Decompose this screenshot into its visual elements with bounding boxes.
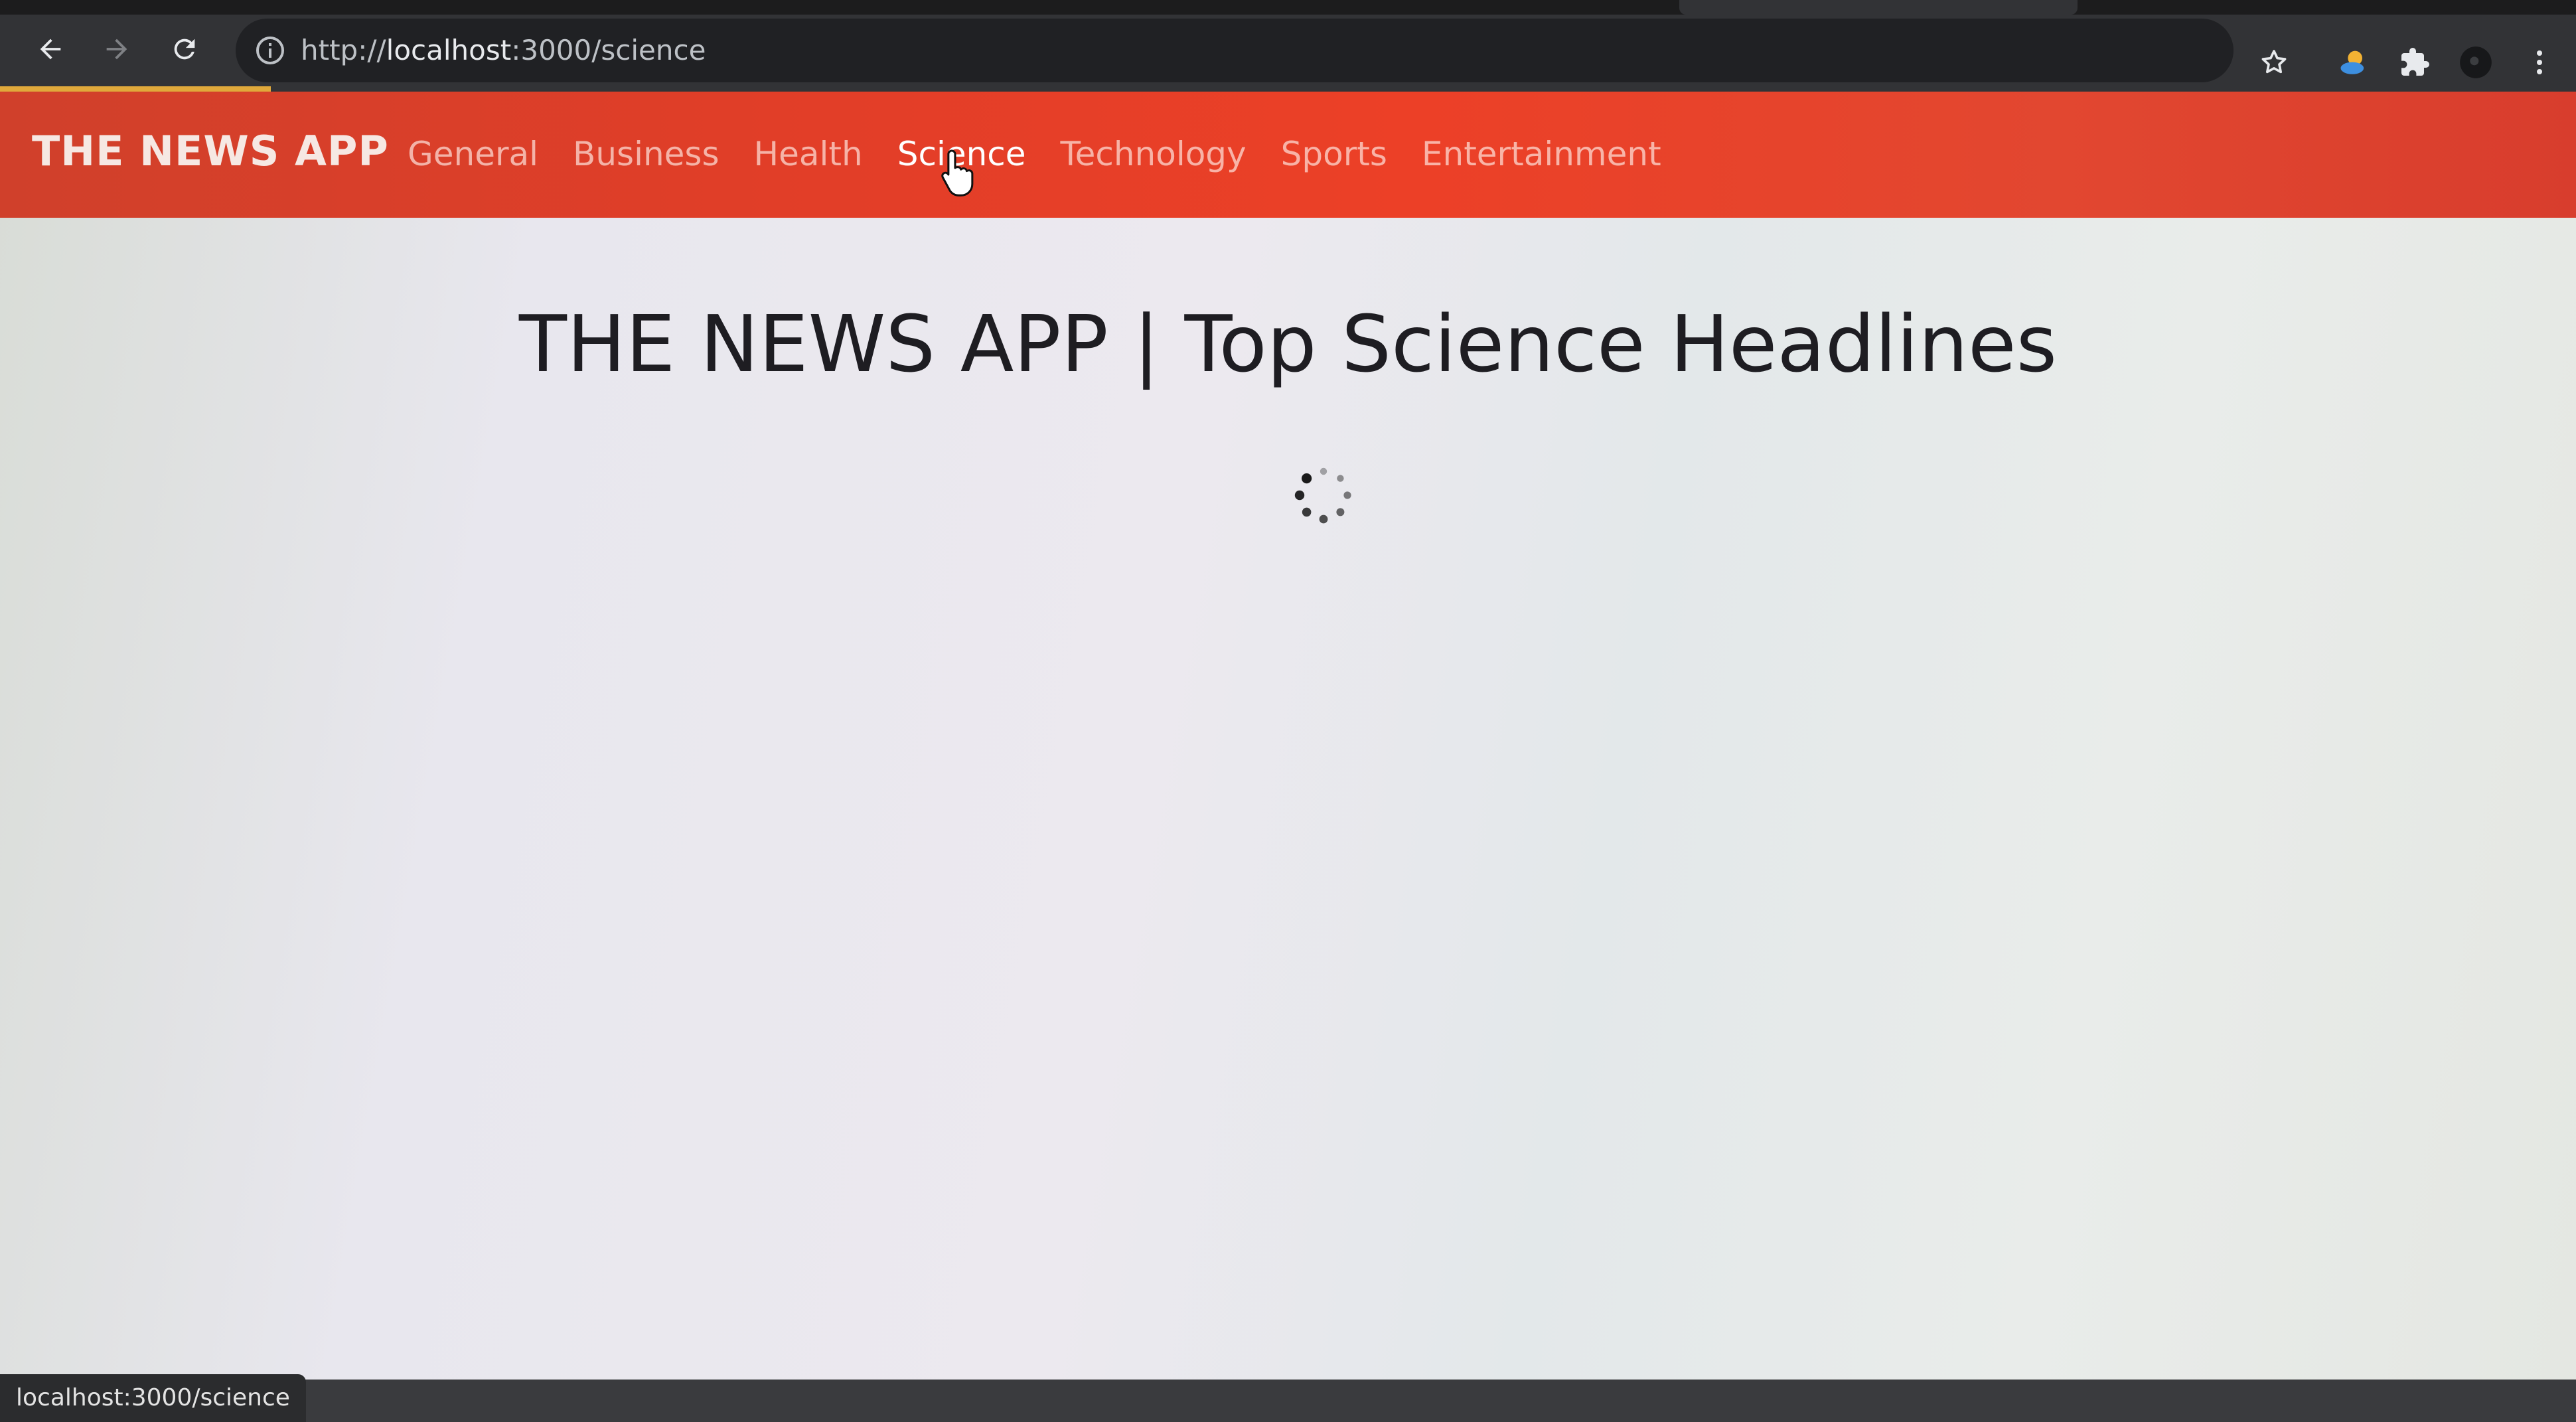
nav-link-technology[interactable]: Technology: [1061, 129, 1247, 179]
bottom-bezel: [0, 1380, 2576, 1422]
screen: http://localhost:3000/science THE NEWS A…: [0, 0, 2576, 1422]
profile-avatar-icon: [2460, 46, 2492, 78]
active-tab[interactable]: [1679, 0, 2078, 15]
nav-link-general[interactable]: General: [408, 129, 538, 179]
reload-icon: [174, 39, 195, 60]
url-scheme: http://: [301, 34, 386, 66]
page-loading-bar: [0, 86, 271, 92]
weather-extension-button[interactable]: [2335, 44, 2372, 81]
weather-extension-icon: [2340, 50, 2364, 74]
menu-button[interactable]: [2521, 44, 2558, 81]
bookmark-star-icon: [2261, 50, 2287, 74]
extensions-button[interactable]: [2396, 44, 2433, 81]
menu-kebab-icon: [2537, 50, 2542, 74]
url-host: localhost: [386, 34, 512, 66]
tab-strip: [0, 0, 2576, 15]
nav-link-health[interactable]: Health: [754, 129, 863, 179]
back-button[interactable]: [27, 25, 74, 73]
loading-spinner-icon: [1294, 467, 1351, 524]
url-path: :3000/science: [511, 34, 706, 66]
profile-avatar[interactable]: [2457, 44, 2494, 81]
browser-toolbar: http://localhost:3000/science: [0, 0, 2576, 92]
nav-link-entertainment[interactable]: Entertainment: [1422, 129, 1661, 179]
reload-button[interactable]: [161, 25, 208, 73]
status-bubble: localhost:3000/science: [0, 1374, 306, 1422]
web-page: THE NEWS APP General Business Health Sci…: [0, 92, 2576, 1380]
bookmark-star-button[interactable]: [2255, 44, 2293, 81]
navbar-brand[interactable]: THE NEWS APP: [32, 125, 389, 178]
app-navbar: THE NEWS APP General Business Health Sci…: [0, 92, 2576, 218]
nav-links: General Business Health Science Technolo…: [408, 129, 1661, 179]
forward-icon: [106, 39, 127, 60]
address-bar[interactable]: http://localhost:3000/science: [236, 19, 2234, 82]
page-headline: THE NEWS APP | Top Science Headlines: [518, 298, 2058, 390]
hand-cursor-icon: [941, 149, 974, 197]
extensions-puzzle-icon: [2401, 48, 2429, 76]
forward-button[interactable]: [93, 25, 141, 73]
url-text: http://localhost:3000/science: [301, 32, 706, 69]
back-icon: [40, 39, 61, 60]
info-icon[interactable]: [254, 35, 286, 66]
nav-link-business[interactable]: Business: [573, 129, 719, 179]
nav-link-sports[interactable]: Sports: [1281, 129, 1387, 179]
